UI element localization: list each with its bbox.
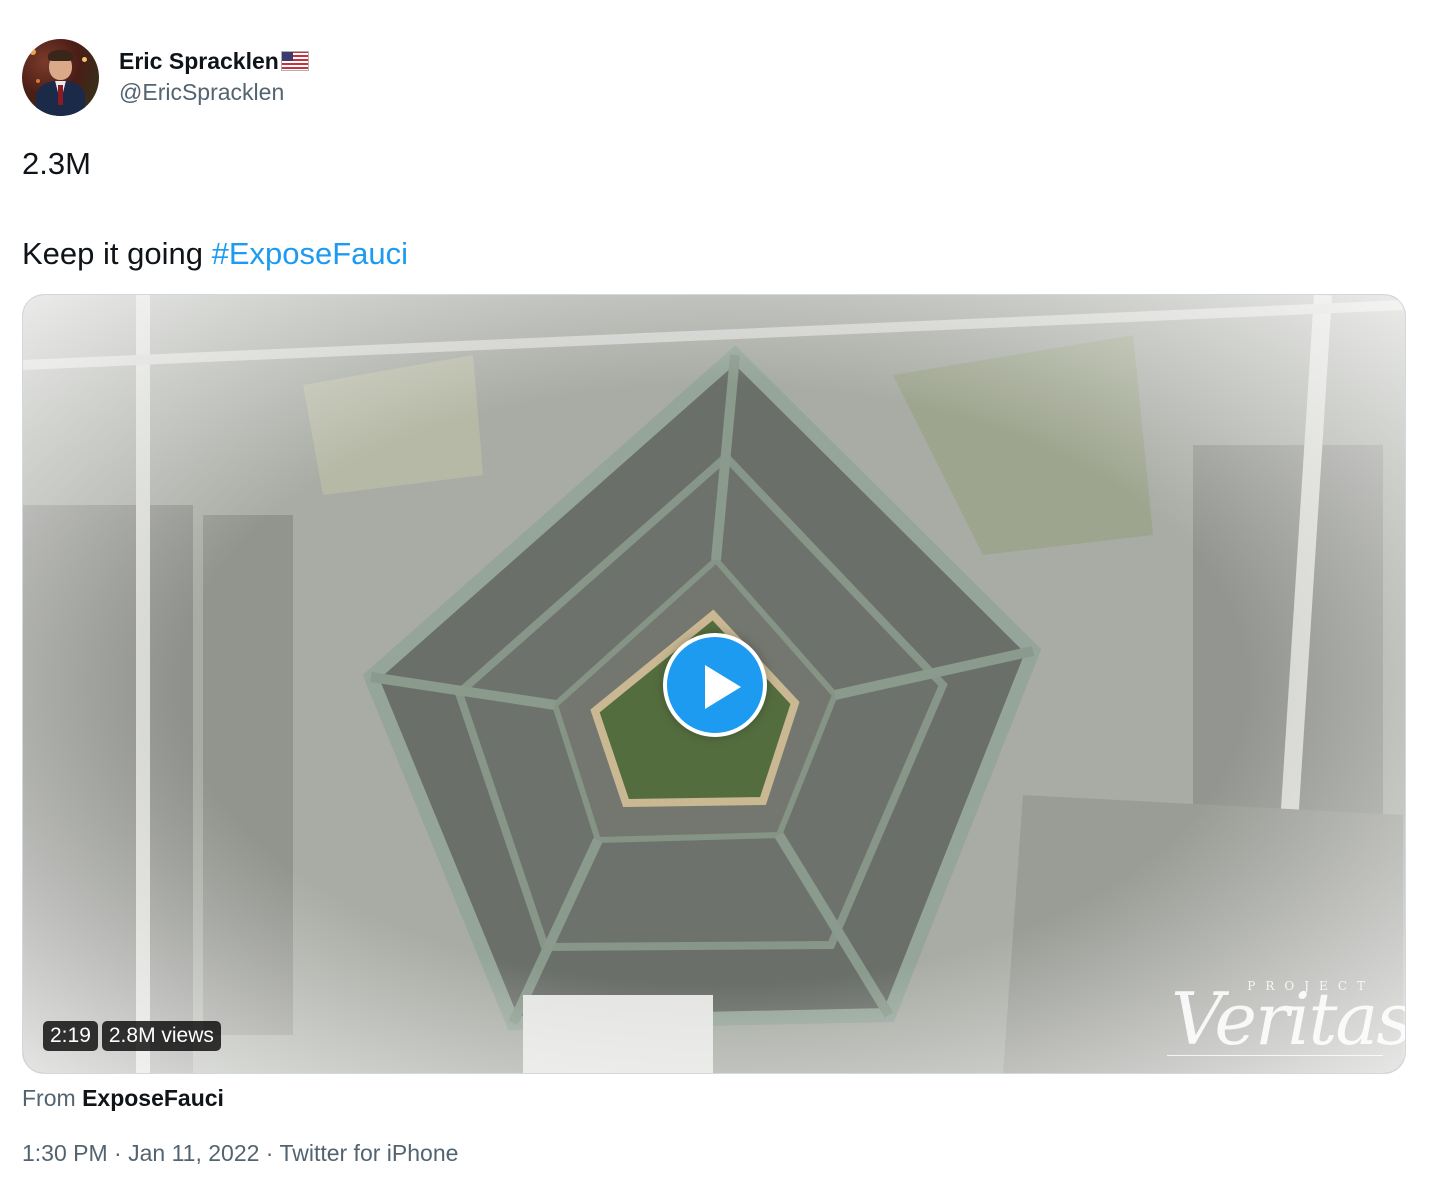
source-account-link[interactable]: ExposeFauci bbox=[82, 1085, 224, 1111]
project-veritas-watermark: PROJECT Veritas bbox=[1163, 963, 1405, 1067]
meta-separator-1: · bbox=[107, 1140, 129, 1166]
duration-badge: 2:19 bbox=[43, 1021, 98, 1051]
tweet-line-message: Keep it going #ExposeFauci bbox=[22, 234, 408, 274]
play-button[interactable] bbox=[663, 633, 767, 737]
tweet-message-text: Keep it going bbox=[22, 236, 212, 271]
tweet-header: Eric Spracklen @EricSpracklen bbox=[22, 37, 309, 117]
meta-separator-2: · bbox=[259, 1140, 280, 1166]
hashtag-link[interactable]: #ExposeFauci bbox=[212, 236, 408, 271]
tweet-text: 2.3M Keep it going #ExposeFauci bbox=[22, 144, 408, 274]
play-icon bbox=[705, 665, 741, 709]
watermark-main-text: Veritas bbox=[1171, 977, 1406, 1061]
author-handle[interactable]: @EricSpracklen bbox=[119, 76, 309, 108]
tweet-client[interactable]: Twitter for iPhone bbox=[279, 1140, 458, 1166]
video-badges: 2:19 2.8M views bbox=[43, 1021, 221, 1051]
views-badge: 2.8M views bbox=[101, 1021, 221, 1051]
video-source: From ExposeFauci bbox=[22, 1082, 224, 1114]
tweet-time[interactable]: 1:30 PM bbox=[22, 1140, 108, 1166]
tweet-date[interactable]: Jan 11, 2022 bbox=[128, 1140, 259, 1166]
source-prefix: From bbox=[22, 1085, 83, 1111]
tweet-line-count: 2.3M bbox=[22, 146, 91, 181]
tweet-metadata: 1:30 PM · Jan 11, 2022 · Twitter for iPh… bbox=[22, 1137, 458, 1169]
us-flag-icon bbox=[280, 51, 309, 71]
avatar[interactable] bbox=[22, 38, 99, 116]
video-player[interactable]: 2:19 2.8M views PROJECT Veritas bbox=[22, 294, 1406, 1074]
author-display-name[interactable]: Eric Spracklen bbox=[119, 46, 279, 76]
author-names: Eric Spracklen @EricSpracklen bbox=[119, 46, 309, 108]
